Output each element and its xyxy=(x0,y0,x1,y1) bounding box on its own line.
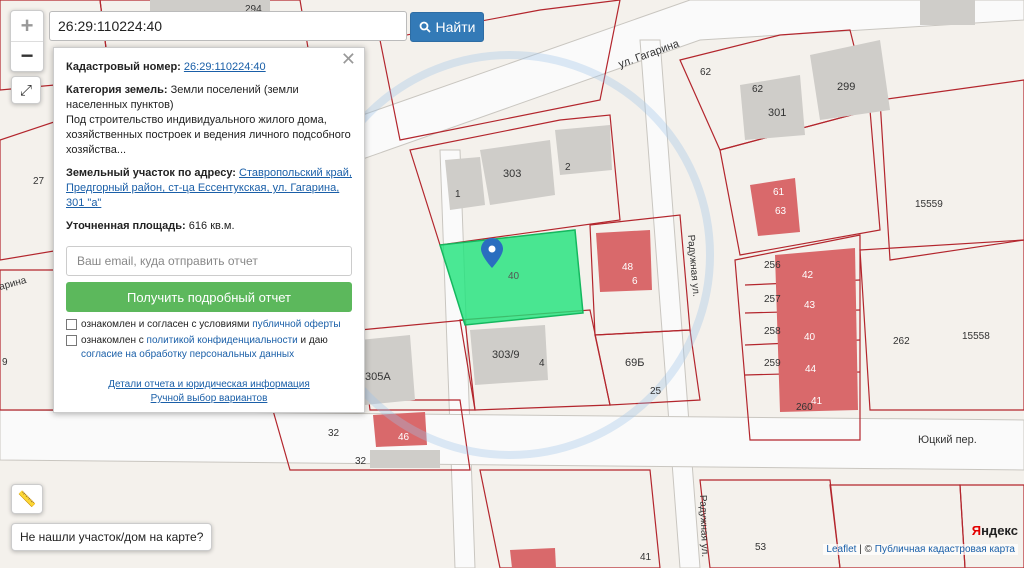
search-button[interactable]: Найти xyxy=(410,12,484,42)
cadastral-number-row: Кадастровый номер: 26:29:110224:40 xyxy=(66,60,352,75)
address-label: Земельный участок по адресу: xyxy=(66,167,236,179)
map-label: 262 xyxy=(893,336,910,347)
map-label: 62 xyxy=(700,67,712,78)
cadastral-map-link[interactable]: Публичная кадастровая карта xyxy=(875,544,1015,555)
map-label: 25 xyxy=(650,386,662,397)
category-row: Категория земель: Земли поселений (земли… xyxy=(66,83,352,113)
map-label: 62 xyxy=(752,84,764,95)
zoom-in-button[interactable]: + xyxy=(11,11,43,41)
consent-privacy-row: ознакомлен с политикой конфиденциальност… xyxy=(66,334,352,362)
close-icon[interactable]: ✕ xyxy=(341,50,356,68)
map-label: 53 xyxy=(755,542,767,553)
consent-privacy-label: ознакомлен с политикой конфиденциальност… xyxy=(81,334,352,362)
measure-button[interactable]: 📏 xyxy=(11,484,43,514)
map-label: 41 xyxy=(811,396,823,407)
map-label: 27 xyxy=(33,176,45,187)
street-label: Юцкий пер. xyxy=(918,434,977,446)
map-label: 303/9 xyxy=(492,349,520,361)
street-label: Радужная ул. xyxy=(697,495,710,558)
map-label: 32 xyxy=(328,428,340,439)
map-label: 48 xyxy=(622,262,634,273)
cadastral-number-link[interactable]: 26:29:110224:40 xyxy=(184,61,266,73)
map-label: 259 xyxy=(764,358,781,369)
manual-selection-link[interactable]: Ручной выбор вариантов xyxy=(54,392,364,406)
yandex-logo: Яндекс xyxy=(972,523,1018,538)
fullscreen-button[interactable]: ⤢ xyxy=(11,76,41,104)
popup-footer-links: Детали отчета и юридическая информация Р… xyxy=(54,378,364,406)
area-row: Уточненная площадь: 616 кв.м. xyxy=(66,219,352,234)
consent-offer-text: ознакомлен и согласен с условиями xyxy=(81,319,250,330)
personal-data-consent-link[interactable]: согласие на обработку персональных данны… xyxy=(81,349,294,360)
map-label: 41 xyxy=(640,552,652,563)
map-label: 258 xyxy=(764,326,781,337)
search-button-label: Найти xyxy=(435,19,476,35)
map-label: 6 xyxy=(632,276,638,287)
expand-icon: ⤢ xyxy=(19,81,32,99)
privacy-policy-link[interactable]: политикой конфиденциальности xyxy=(147,335,298,346)
map-label: 40 xyxy=(508,271,520,282)
email-input[interactable]: Ваш email, куда отправить отчет xyxy=(66,246,352,276)
map-label: 1 xyxy=(455,189,461,200)
map-label: 2 xyxy=(565,162,571,173)
search-icon xyxy=(419,21,431,33)
map-label: 42 xyxy=(802,270,814,281)
map-label: 15558 xyxy=(962,331,990,342)
area-value: 616 кв.м. xyxy=(188,220,235,232)
map-label: 4 xyxy=(539,358,545,369)
map-label: 69Б xyxy=(625,357,644,369)
map-label: 46 xyxy=(398,432,410,443)
not-found-button[interactable]: Не нашли участок/дом на карте? xyxy=(11,523,213,551)
usage-text: Под строительство индивидуального жилого… xyxy=(66,114,351,156)
map-label: 44 xyxy=(805,364,817,375)
map-label: 305А xyxy=(365,371,391,383)
ruler-icon: 📏 xyxy=(17,491,37,508)
zoom-control: + − xyxy=(10,10,44,72)
consent-offer-label: ознакомлен и согласен с условиями публич… xyxy=(81,318,341,332)
consent-privacy-text: ознакомлен с xyxy=(81,335,144,346)
map-label: 299 xyxy=(837,81,855,93)
map-label: 303 xyxy=(503,168,521,180)
consent-privacy-tail: и даю xyxy=(300,335,328,346)
map-label: 301 xyxy=(768,107,786,119)
cadastral-number-label: Кадастровый номер: xyxy=(66,61,181,73)
map-attribution: Leaflet | © Публичная кадастровая карта xyxy=(823,544,1018,555)
public-offer-link[interactable]: публичной оферты xyxy=(252,319,340,330)
leaflet-link[interactable]: Leaflet xyxy=(826,544,856,555)
parcel-info-popup: ✕ Кадастровый номер: 26:29:110224:40 Кат… xyxy=(53,47,365,413)
map-label: 43 xyxy=(804,300,816,311)
map-label: 256 xyxy=(764,260,781,271)
consent-offer-checkbox[interactable] xyxy=(66,319,77,330)
map-label: 257 xyxy=(764,294,781,305)
map-label: 9 xyxy=(2,357,8,368)
map-label: 63 xyxy=(775,206,787,217)
map-label: 61 xyxy=(773,187,785,198)
report-details-link[interactable]: Детали отчета и юридическая информация xyxy=(54,378,364,392)
get-report-button[interactable]: Получить подробный отчет xyxy=(66,282,352,312)
address-row: Земельный участок по адресу: Ставропольс… xyxy=(66,166,352,211)
consent-offer-row: ознакомлен и согласен с условиями публич… xyxy=(66,318,352,332)
map-label: 15559 xyxy=(915,199,943,210)
category-label: Категория земель: xyxy=(66,84,168,96)
cadastral-search-input[interactable] xyxy=(49,11,407,41)
yandex-logo-first: Я xyxy=(971,523,982,538)
zoom-out-button[interactable]: − xyxy=(11,40,43,72)
consent-privacy-checkbox[interactable] xyxy=(66,335,77,346)
map-label: 40 xyxy=(804,332,816,343)
area-label: Уточненная площадь: xyxy=(66,220,186,232)
map-label: 32 xyxy=(355,456,367,467)
attribution-separator: | © xyxy=(859,544,872,555)
yandex-logo-rest: ндекс xyxy=(981,523,1018,538)
